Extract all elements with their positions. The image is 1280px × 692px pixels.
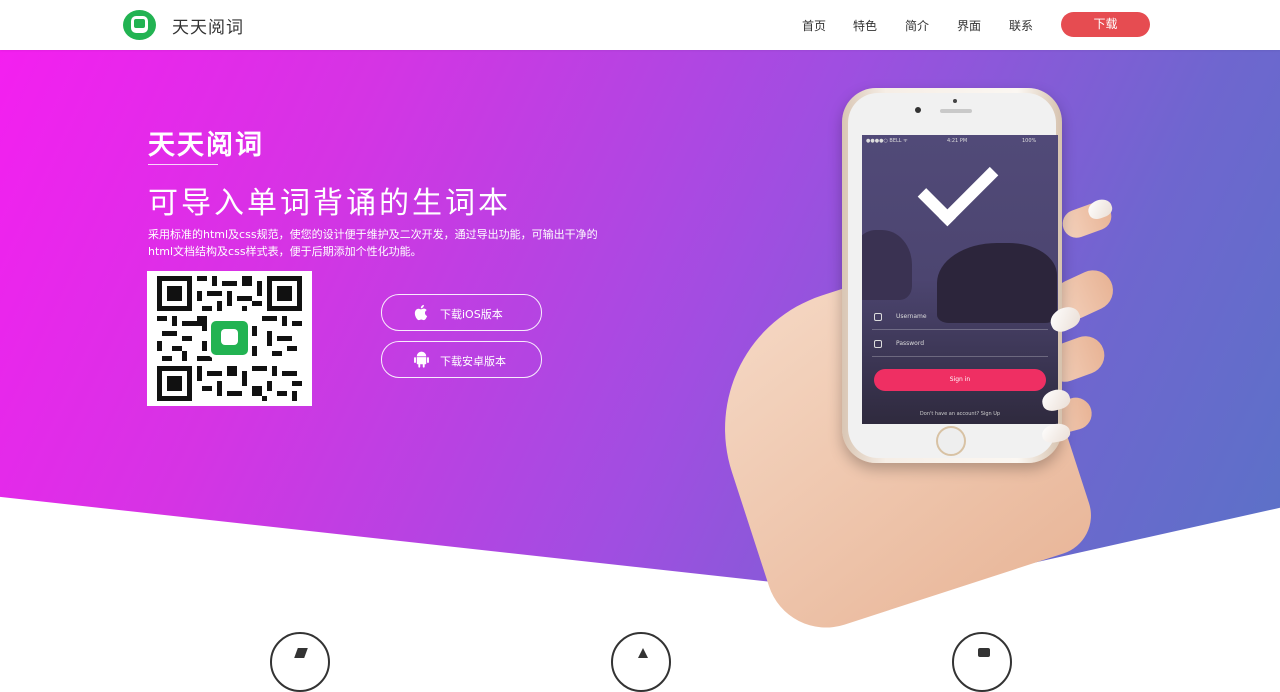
nav-item-intro[interactable]: 简介: [905, 17, 929, 34]
qr-code: [147, 271, 312, 406]
qr-logo-icon: [208, 318, 251, 358]
phone-home-button: [936, 426, 966, 456]
phone-speaker: [940, 109, 972, 113]
nav-item-home[interactable]: 首页: [802, 17, 826, 34]
phone-camera: [915, 107, 921, 113]
hero-subtitle: 可导入单词背诵的生词本: [148, 186, 511, 221]
nav-item-screens[interactable]: 界面: [957, 17, 981, 34]
phone-password-field: Password: [872, 338, 1048, 357]
header-download-button[interactable]: 下载: [1061, 12, 1150, 37]
checkmark-icon: [917, 145, 999, 227]
hero-divider: [148, 164, 218, 165]
phone-screen: ●●●●○ BELL ᯤ 4:21 PM 100% Username Passw…: [862, 135, 1058, 424]
nav-item-contact[interactable]: 联系: [1009, 17, 1033, 34]
feature-icon-3: [952, 632, 1012, 692]
download-ios-label: 下载iOS版本: [440, 308, 503, 321]
user-icon: [874, 313, 882, 321]
nav-item-features[interactable]: 特色: [853, 17, 877, 34]
download-android-label: 下载安卓版本: [440, 355, 506, 368]
feature-icon-1: [270, 632, 330, 692]
site-header: 天天阅词 首页 特色 简介 界面 联系 下载: [0, 0, 1280, 50]
phone-signin-button: Sign in: [874, 369, 1046, 391]
hero-description: 采用标准的html及css规范，使您的设计便于维护及二次开发，通过导出功能，可输…: [148, 228, 598, 258]
phone-mockup: ●●●●○ BELL ᯤ 4:21 PM 100% Username Passw…: [842, 88, 1062, 463]
apple-icon: [414, 304, 428, 321]
android-icon: [414, 351, 429, 368]
logo-icon[interactable]: [123, 10, 156, 40]
feature-icon-2: [611, 632, 671, 692]
phone-signup-text: Don't have an account? Sign Up: [919, 411, 1001, 417]
hero-title: 天天阅词: [148, 130, 264, 161]
phone-username-field: Username: [872, 311, 1048, 330]
lock-icon: [874, 340, 882, 348]
download-android-button[interactable]: 下载安卓版本: [381, 341, 542, 378]
download-ios-button[interactable]: 下载iOS版本: [381, 294, 542, 331]
brand-name[interactable]: 天天阅词: [172, 13, 244, 38]
